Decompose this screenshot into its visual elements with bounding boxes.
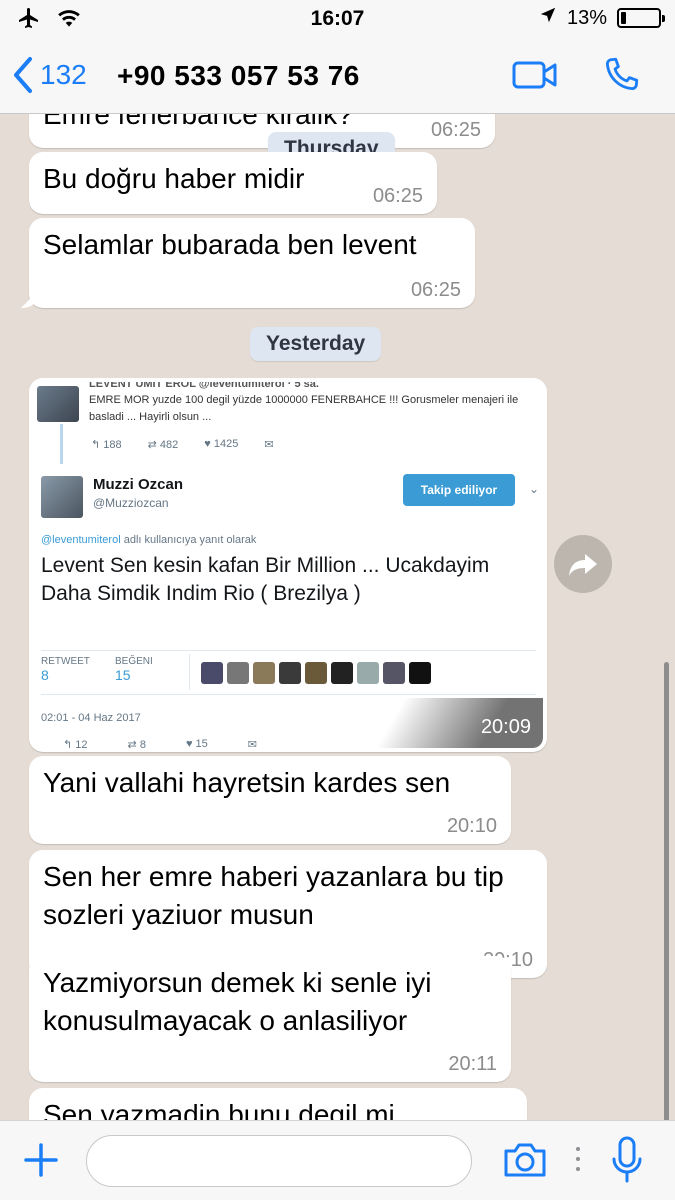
liker-avatars: [201, 662, 431, 684]
like-stat: BEĞENI 15: [115, 656, 153, 683]
image-message[interactable]: LEVENT UMIT EROL @leventumiterol · 5 sa.…: [29, 378, 547, 752]
thread-line: [60, 424, 63, 464]
stats-divider-top: [41, 650, 536, 651]
back-count: 132: [40, 59, 87, 90]
chat-header: 132 +90 533 057 53 76: [0, 40, 675, 114]
liker-avatar: [409, 662, 431, 684]
phone-icon: [605, 57, 639, 91]
more-dots-icon: [574, 1145, 582, 1178]
tweet-date: 02:01 - 04 Haz 2017: [41, 712, 141, 724]
reply-context-text: adlı kullanıcıya yanıt olarak: [120, 534, 257, 546]
like-count: 15: [115, 667, 131, 683]
message-bubble[interactable]: Yani vallahi hayretsin kardes sen 20:10: [29, 756, 511, 844]
scrollbar[interactable]: [664, 662, 669, 1120]
forward-icon: [569, 554, 597, 576]
liker-avatar: [279, 662, 301, 684]
message-time: 06:25: [410, 279, 461, 301]
message-text: Yazmiyorsun demek ki senle iyi konusulma…: [43, 967, 440, 1036]
liker-avatar: [331, 662, 353, 684]
message-text: Yani vallahi hayretsin kardes sen: [43, 767, 451, 798]
message-time: 20:10: [446, 815, 497, 837]
camera-button[interactable]: [502, 1141, 548, 1184]
battery-icon: [617, 8, 665, 28]
follow-button: Takip ediliyor: [403, 474, 515, 506]
day-label-yesterday: Yesterday: [250, 327, 382, 361]
message-time: 06:25: [430, 119, 481, 141]
attach-button[interactable]: [22, 1141, 60, 1184]
video-call-button[interactable]: [512, 60, 558, 95]
message-text: Selamlar bubarada ben levent: [43, 229, 417, 260]
retweet-count: 8: [41, 667, 49, 683]
liker-avatar: [253, 662, 275, 684]
stats-divider-bottom: [41, 694, 536, 695]
author-name: Muzzi Ozcan: [93, 476, 184, 493]
tweet-text: Levent Sen kesin kafan Bir Million ... U…: [41, 554, 490, 605]
retweet-stat: RETWEET 8: [41, 656, 90, 683]
liker-avatar: [383, 662, 405, 684]
retweet-action: ⇄ 8: [127, 739, 146, 748]
chat-area[interactable]: Emre fenerbahce kiralik? 06:25 Thursday …: [0, 114, 675, 1120]
camera-icon: [504, 1143, 546, 1177]
quoted-text: EMRE MOR yuzde 100 degil yüzde 1000000 F…: [89, 394, 519, 423]
like-action: ♥ 15: [185, 738, 208, 748]
author-avatar: [41, 476, 83, 518]
video-call-icon: [512, 61, 557, 89]
liker-avatar: [201, 662, 223, 684]
quoted-stats: ↰ 188 ⇄ 482 ♥ 1425 ✉: [91, 438, 274, 451]
message-bubble[interactable]: Emre fenerbahce kiralik? 06:25: [29, 114, 495, 148]
plus-icon: [24, 1143, 58, 1177]
liker-avatar: [357, 662, 379, 684]
message-time: 06:25: [372, 185, 423, 207]
liker-avatar: [305, 662, 327, 684]
chevron-down-icon: ⌄: [529, 482, 540, 496]
back-button[interactable]: 132: [12, 56, 87, 94]
message-text: Sen her emre haberi yazanlara bu tip soz…: [43, 861, 512, 930]
message-text: Sen yazmadin bunu degil mi: [43, 1099, 395, 1120]
location-icon: [539, 6, 557, 30]
tweet-screenshot: LEVENT UMIT EROL @leventumiterol · 5 sa.…: [33, 382, 543, 748]
quoted-replies: ↰ 188: [91, 439, 122, 451]
battery-percent: 13%: [566, 6, 607, 29]
contact-name[interactable]: +90 533 057 53 76: [117, 60, 360, 92]
quoted-author: LEVENT UMIT EROL @leventumiterol · 5 sa.: [89, 382, 319, 390]
dm-action-icon: ✉: [247, 739, 257, 748]
message-text: Emre fenerbahce kiralik?: [43, 114, 353, 130]
message-time: 20:11: [448, 1053, 497, 1075]
message-bubble[interactable]: Yazmiyorsun demek ki senle iyi konusulma…: [29, 956, 511, 1082]
voice-record-button[interactable]: [610, 1135, 644, 1192]
status-bar: 16:07 13%: [0, 0, 675, 40]
stats-separator: [189, 654, 190, 690]
quoted-likes: ♥ 1425: [204, 438, 239, 450]
input-bar: [0, 1120, 675, 1200]
message-bubble[interactable]: Bu doğru haber midir 06:25: [29, 152, 437, 214]
reply-context: @leventumiterol adlı kullanıcıya yanıt o…: [41, 534, 256, 546]
liker-avatar: [227, 662, 249, 684]
microphone-icon: [612, 1136, 642, 1183]
message-text: Bu doğru haber midir: [43, 163, 305, 194]
back-chevron-icon: [14, 57, 32, 93]
author-handle: @Muzziozcan: [93, 496, 169, 510]
forward-button[interactable]: [554, 535, 612, 593]
message-input[interactable]: [86, 1135, 472, 1187]
reply-context-user: @leventumiterol: [41, 534, 121, 546]
quoted-dm-icon: ✉: [264, 439, 274, 451]
like-label: BEĞENI: [115, 656, 153, 667]
quoted-avatar: [37, 386, 79, 422]
image-time: 20:09: [363, 698, 543, 748]
tweet-actions: ↰ 12 ⇄ 8 ♥ 15 ✉: [63, 738, 257, 748]
voice-call-button[interactable]: [600, 54, 642, 101]
message-bubble[interactable]: Sen yazmadin bunu degil mi: [29, 1088, 527, 1120]
reply-action: ↰ 12: [63, 739, 88, 748]
quoted-retweets: ⇄ 482: [147, 439, 179, 451]
retweet-label: RETWEET: [41, 656, 90, 667]
message-bubble[interactable]: Selamlar bubarada ben levent 06:25: [29, 218, 475, 308]
